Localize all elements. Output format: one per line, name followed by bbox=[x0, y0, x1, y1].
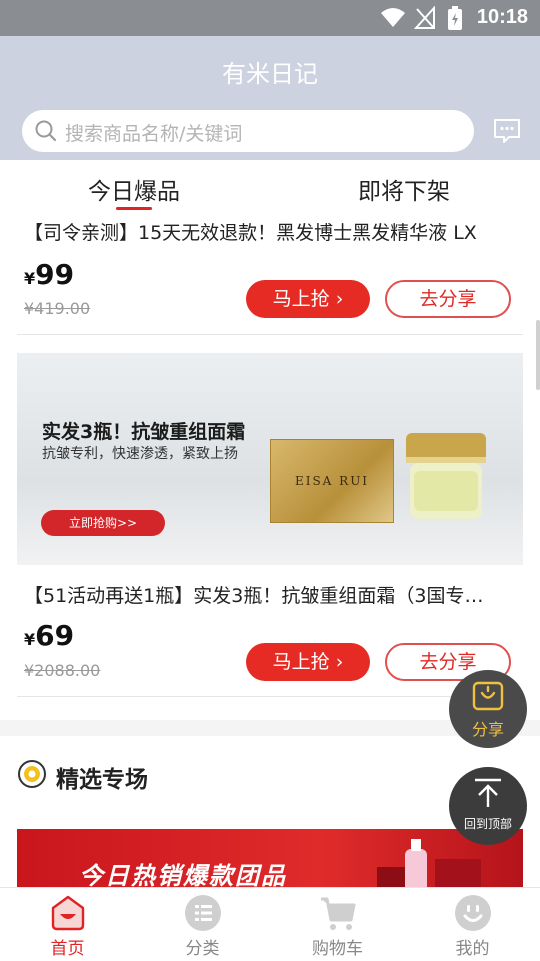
home-icon bbox=[51, 895, 85, 931]
nav-cart[interactable]: 购物车 bbox=[270, 888, 405, 961]
app-header: 有米日记 搜索商品名称/关键词 bbox=[0, 36, 540, 160]
cream-jar-image bbox=[406, 433, 486, 519]
tab-today-hot[interactable]: 今日爆品 bbox=[88, 172, 180, 206]
original-price: ¥419.00 bbox=[24, 299, 91, 318]
share-gift-icon bbox=[472, 681, 504, 711]
divider bbox=[17, 334, 523, 335]
tab-bar: 今日爆品 即将下架 bbox=[0, 160, 540, 212]
featured-badge-icon bbox=[18, 760, 46, 788]
arrow-up-icon bbox=[475, 778, 501, 807]
share-button[interactable]: 去分享 bbox=[385, 280, 511, 318]
original-price: ¥2088.00 bbox=[24, 661, 101, 680]
signal-icon bbox=[414, 6, 435, 29]
page-title: 有米日记 bbox=[222, 60, 318, 88]
product-banner[interactable]: 实发3瓶！抗皱重组面霜 抗皱专利，快速渗透，紧致上扬 立即抢购>> EISA R… bbox=[17, 353, 523, 565]
currency-symbol: ¥ bbox=[24, 269, 36, 288]
profile-icon bbox=[455, 895, 491, 931]
search-icon bbox=[35, 120, 57, 142]
status-bar: 10:18 bbox=[0, 0, 540, 36]
nav-label: 我的 bbox=[455, 939, 490, 959]
wifi-icon bbox=[381, 8, 405, 27]
price-value: 99 bbox=[35, 258, 75, 291]
price-value: 69 bbox=[35, 619, 75, 652]
search-input[interactable]: 搜索商品名称/关键词 bbox=[22, 110, 474, 152]
nav-label: 分类 bbox=[185, 939, 220, 959]
bottom-nav: 首页 分类 购物车 我的 bbox=[0, 887, 540, 960]
nav-label: 购物车 bbox=[312, 939, 363, 959]
promo-text: 今日热销爆款团品 bbox=[79, 862, 287, 890]
cart-icon bbox=[321, 897, 356, 930]
product-card[interactable]: 【51活动再送1瓶】实发3瓶！抗皱重组面霜（3国专… ¥69 ¥2088.00 … bbox=[0, 575, 540, 699]
category-icon bbox=[185, 895, 221, 931]
nav-label: 首页 bbox=[50, 939, 85, 959]
divider bbox=[17, 696, 523, 697]
product-price: ¥69 bbox=[24, 619, 74, 652]
buy-now-button[interactable]: 马上抢 › bbox=[246, 643, 370, 681]
banner-headline: 实发3瓶！抗皱重组面霜 bbox=[42, 421, 246, 443]
nav-profile[interactable]: 我的 bbox=[405, 888, 540, 961]
nav-category[interactable]: 分类 bbox=[135, 888, 270, 961]
active-tab-indicator bbox=[116, 207, 152, 210]
clock: 10:18 bbox=[476, 6, 528, 28]
back-to-top-label: 回到顶部 bbox=[463, 817, 512, 831]
product-title[interactable]: 【司令亲测】15天无效退款！黑发博士黑发精华液 LX bbox=[24, 218, 518, 245]
product-card[interactable]: 【司令亲测】15天无效退款！黑发博士黑发精华液 LX ¥99 ¥419.00 马… bbox=[0, 212, 540, 336]
back-to-top-button[interactable]: 回到顶部 bbox=[449, 767, 527, 845]
search-placeholder: 搜索商品名称/关键词 bbox=[65, 123, 243, 145]
section-title: 精选专场 bbox=[56, 767, 148, 793]
product-price: ¥99 bbox=[24, 258, 74, 291]
currency-symbol: ¥ bbox=[24, 630, 36, 649]
nav-home[interactable]: 首页 bbox=[0, 888, 135, 961]
tab-ending-soon[interactable]: 即将下架 bbox=[358, 172, 450, 206]
banner-cta-button[interactable]: 立即抢购>> bbox=[41, 510, 165, 536]
message-icon[interactable] bbox=[492, 116, 522, 146]
battery-icon bbox=[448, 6, 462, 30]
banner-subline: 抗皱专利，快速渗透，紧致上扬 bbox=[42, 446, 238, 462]
floating-share-label: 分享 bbox=[471, 720, 504, 739]
scrollbar[interactable] bbox=[536, 320, 540, 390]
product-box-image: EISA RUI bbox=[270, 439, 394, 523]
floating-share-button[interactable]: 分享 bbox=[449, 670, 527, 748]
product-title[interactable]: 【51活动再送1瓶】实发3瓶！抗皱重组面霜（3国专… bbox=[24, 581, 518, 608]
product-brand: EISA RUI bbox=[294, 474, 370, 488]
buy-now-button[interactable]: 马上抢 › bbox=[246, 280, 370, 318]
